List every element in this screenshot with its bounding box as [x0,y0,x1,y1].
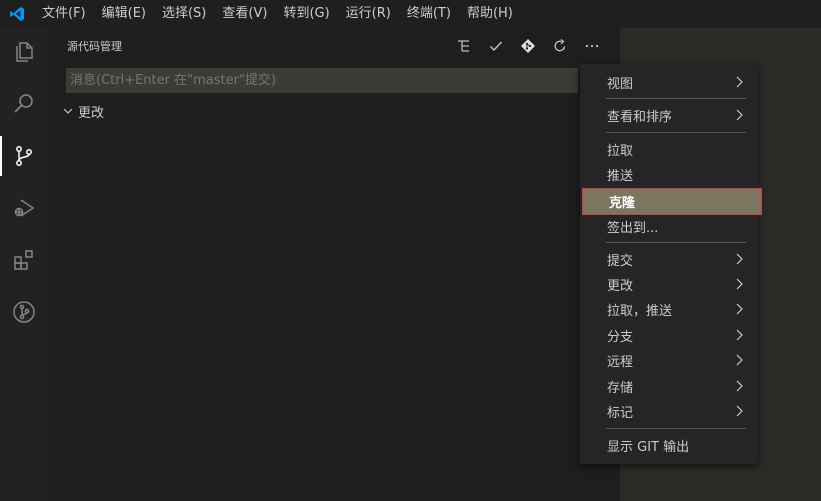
panel-title: 源代码管理 [67,40,122,53]
menu-item-show-git-output[interactable]: 显示 GIT 输出 [581,433,757,458]
menu-item-changes[interactable]: 更改 [581,272,757,297]
menu-item-remote[interactable]: 远程 [581,348,757,373]
menu-item-label: 提交 [607,254,634,269]
git-graph-icon[interactable] [0,288,48,336]
commit-message-input[interactable] [66,68,578,93]
title-bar: 文件(F) 编辑(E) 选择(S) 查看(V) 转到(G) 运行(R) 终端(T… [0,0,821,28]
files-icon[interactable] [0,28,48,76]
scm-more-actions-menu: 视图 查看和排序 拉取 推送 克隆 签出到... 提交 更改 拉取，推送 分支 … [580,64,762,464]
menu-item-label: 分支 [607,330,634,345]
vscode-logo-icon [0,0,34,28]
menu-item-view-sort[interactable]: 查看和排序 [581,103,757,128]
search-icon[interactable] [0,80,48,128]
refresh-icon[interactable] [544,34,576,58]
menu-separator [606,242,746,243]
menu-item-pull-push[interactable]: 拉取，推送 [581,297,757,322]
menu-item-commit[interactable]: 提交 [581,247,757,272]
view-as-tree-button[interactable] [448,34,480,58]
menu-item-label: 克隆 [609,196,636,211]
menu-run[interactable]: 运行(R) [338,0,399,28]
menu-item-tags[interactable]: 标记 [581,399,757,424]
chevron-right-icon [736,354,743,366]
menu-item-label: 远程 [607,355,634,370]
menu-item-label: 标记 [607,406,634,421]
menu-separator [606,98,746,99]
menu-edit[interactable]: 编辑(E) [94,0,154,28]
panel-header: 源代码管理 [48,28,620,63]
chevron-right-icon [736,303,743,315]
source-control-icon[interactable] [0,132,48,180]
menu-separator [606,132,746,133]
menu-item-label: 视图 [607,77,634,92]
more-actions-icon[interactable] [576,34,608,58]
menu-item-checkout[interactable]: 签出到... [581,214,757,239]
run-debug-icon[interactable] [0,184,48,232]
source-control-panel: 源代码管理 消息(Ctrl+Enter 在"master"提交) 更改 [48,28,620,501]
menu-help[interactable]: 帮助(H) [459,0,521,28]
menu-item-label: 拉取，推送 [607,304,673,319]
menu-item-pull[interactable]: 拉取 [581,137,757,162]
menu-item-label: 推送 [607,169,634,184]
menu-selection[interactable]: 选择(S) [154,0,214,28]
menu-item-branch[interactable]: 分支 [581,323,757,348]
chevron-right-icon [736,405,743,417]
chevron-down-icon [60,103,76,119]
activity-bar [0,28,48,501]
menu-item-label: 拉取 [607,144,634,159]
chevron-right-icon [736,329,743,341]
menu-go[interactable]: 转到(G) [275,0,337,28]
menu-item-push[interactable]: 推送 [581,162,757,187]
menu-item-clone[interactable]: 克隆 [582,188,762,215]
menu-item-label: 显示 GIT 输出 [607,440,690,455]
menu-item-label: 更改 [607,279,634,294]
commit-check-button[interactable] [480,34,512,58]
changes-label: 更改 [78,105,105,121]
chevron-right-icon [736,76,743,88]
changes-group-header[interactable]: 更改 [60,100,104,122]
menu-item-view[interactable]: 视图 [581,70,757,95]
menu-item-label: 存储 [607,381,634,396]
menu-terminal[interactable]: 终端(T) [399,0,459,28]
menu-view[interactable]: 查看(V) [214,0,275,28]
chevron-right-icon [736,109,743,121]
menu-file[interactable]: 文件(F) [34,0,94,28]
chevron-right-icon [736,253,743,265]
menu-item-stash[interactable]: 存储 [581,374,757,399]
extensions-icon[interactable] [0,236,48,284]
panel-toolbar [448,34,608,58]
git-diamond-icon[interactable] [512,34,544,58]
menu-separator [606,428,746,429]
menu-item-label: 查看和排序 [607,110,673,125]
chevron-right-icon [736,380,743,392]
menu-item-label: 签出到... [607,221,659,236]
chevron-right-icon [736,278,743,290]
